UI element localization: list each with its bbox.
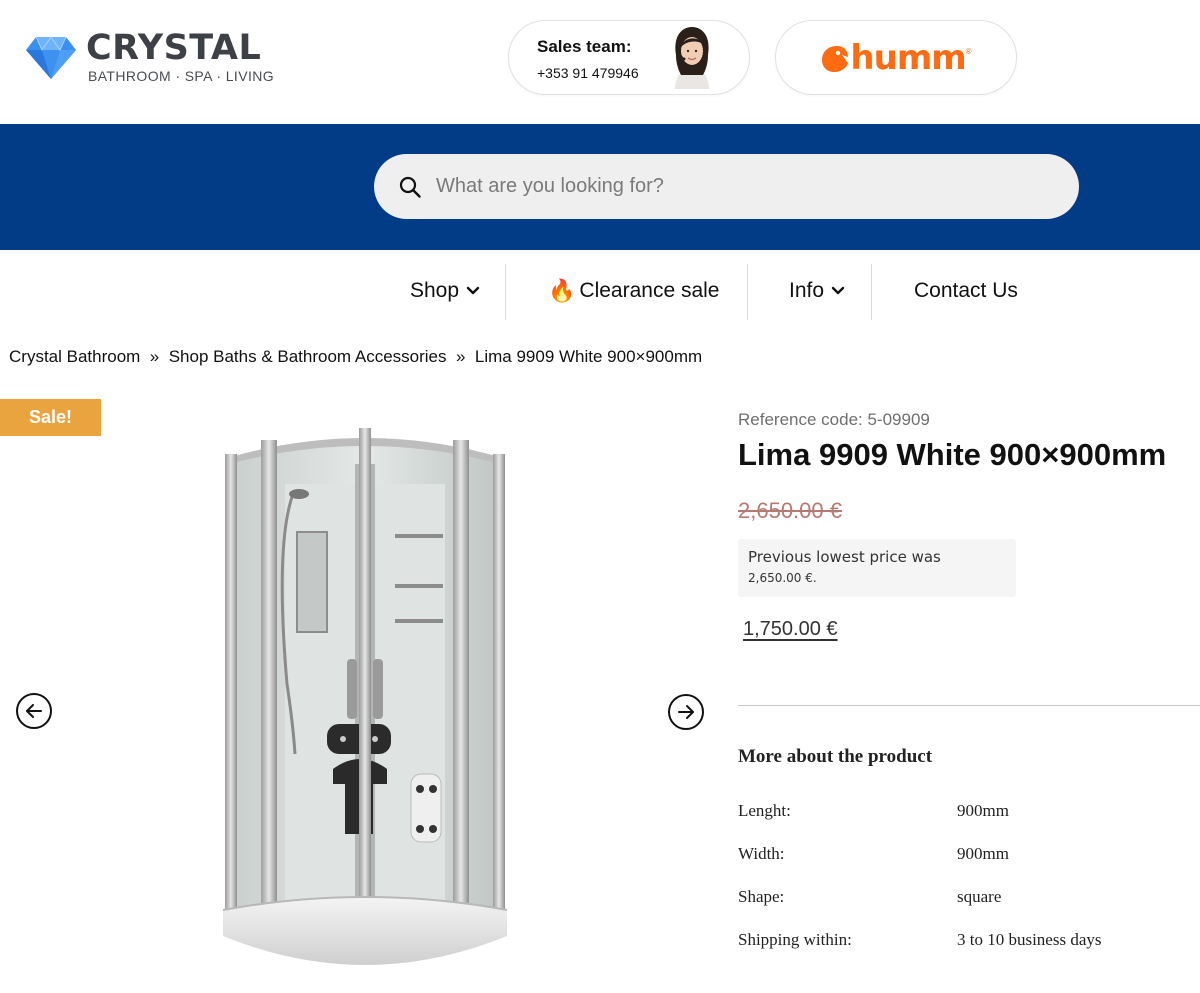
sales-team-label: Sales team: [537, 37, 632, 56]
previous-image-button[interactable] [16, 693, 52, 729]
brand-tagline: BATHROOM · SPA · LIVING [88, 68, 275, 84]
diamond-icon [26, 36, 76, 79]
sales-phone-number[interactable]: +353 91 479946 [537, 65, 639, 81]
breadcrumb-separator: » [451, 347, 471, 366]
arrow-left-icon [26, 704, 42, 718]
fire-icon: 🔥 [548, 278, 576, 303]
lowest-price-text: Previous lowest price was [748, 548, 941, 566]
chevron-down-icon [466, 286, 480, 295]
breadcrumb-category[interactable]: Shop Baths & Bathroom Accessories [169, 347, 447, 366]
breadcrumb-current: Lima 9909 White 900×900mm [474, 347, 703, 366]
search-band [0, 124, 1200, 250]
spec-label: Shape: [738, 887, 785, 906]
humm-registered-mark: ® [965, 46, 972, 56]
more-about-title: More about the product [738, 746, 933, 767]
spec-label: Width: [738, 844, 785, 863]
nav-clearance-label: Clearance sale [579, 279, 720, 302]
product-image-shower-cabin[interactable] [215, 424, 515, 984]
next-image-button[interactable] [668, 694, 704, 730]
spec-value: 900mm [957, 801, 1009, 820]
product-title: Lima 9909 White 900×900mm [738, 437, 1167, 472]
nav-divider [505, 264, 506, 320]
sale-price: 1,750.00 € [743, 618, 838, 640]
nav-shop-label: Shop [410, 279, 460, 302]
nav-divider [747, 264, 748, 320]
nav-info[interactable]: Info [789, 266, 845, 316]
section-divider [738, 705, 1200, 706]
spec-label: Lenght: [738, 801, 791, 820]
main-navigation: Shop 🔥 Clearance sale Info Contact Us [0, 250, 1200, 334]
nav-divider [871, 264, 872, 320]
nav-info-label: Info [789, 279, 825, 302]
spec-value: 900mm [957, 844, 1009, 863]
arrow-right-icon [678, 705, 694, 719]
nav-shop[interactable]: Shop [410, 266, 480, 316]
sale-badge: Sale! [0, 399, 101, 436]
brand-logo[interactable]: CRYSTAL BATHROOM · SPA · LIVING [24, 30, 274, 84]
search-input[interactable] [436, 175, 996, 198]
brand-name: CRYSTAL [86, 28, 262, 68]
breadcrumb-home[interactable]: Crystal Bathroom [9, 347, 140, 366]
sales-team-contact[interactable]: Sales team: +353 91 479946 [508, 20, 750, 95]
site-header: CRYSTAL BATHROOM · SPA · LIVING Sales te… [0, 0, 1200, 124]
reference-code: Reference code: 5-09909 [738, 410, 930, 429]
spec-value: square [957, 887, 1002, 906]
sales-agent-avatar [675, 27, 709, 89]
search-bar[interactable] [374, 154, 1079, 219]
search-icon[interactable] [398, 175, 422, 199]
nav-clearance-sale[interactable]: 🔥 Clearance sale [548, 266, 720, 316]
humm-logo-text: humm [850, 37, 966, 78]
humm-partner-badge[interactable]: humm ® [775, 20, 1017, 95]
lowest-price-value: 2,650.00 €. [748, 571, 817, 585]
spec-label: Shipping within: [738, 930, 852, 949]
old-price: 2,650.00 € [738, 498, 842, 523]
humm-bird-icon [822, 45, 849, 72]
nav-contact-label: Contact Us [914, 279, 1018, 302]
nav-contact-us[interactable]: Contact Us [914, 266, 1018, 316]
lowest-price-notice: Previous lowest price was 2,650.00 €. [738, 539, 1016, 597]
spec-value: 3 to 10 business days [957, 930, 1102, 949]
breadcrumb: Crystal Bathroom » Shop Baths & Bathroom… [9, 347, 702, 367]
breadcrumb-separator: » [145, 347, 164, 366]
chevron-down-icon [831, 286, 845, 295]
